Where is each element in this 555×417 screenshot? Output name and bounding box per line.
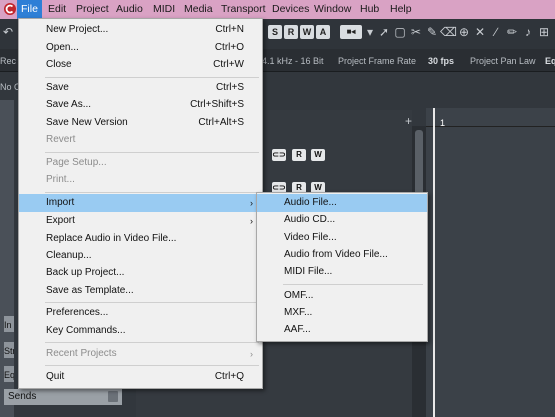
menu-item-audio-cd[interactable]: Audio CD...: [257, 211, 427, 229]
menu-item-back-up-project[interactable]: Back up Project...: [19, 264, 262, 282]
add-track-icon[interactable]: +: [405, 114, 412, 128]
menu-separator: [45, 342, 259, 343]
menu-file[interactable]: File: [17, 0, 42, 19]
menu-transport[interactable]: Transport: [217, 0, 270, 19]
sends-settings-icon[interactable]: [108, 391, 118, 402]
menu-devices[interactable]: Devices: [268, 0, 313, 19]
cubase-logo-icon[interactable]: [3, 2, 17, 16]
monitor-button[interactable]: ⊂⊃: [272, 149, 286, 161]
pointer-icon[interactable]: ➚: [376, 24, 392, 40]
menu-item-page-setup: Page Setup...: [46, 157, 107, 168]
comp-icon[interactable]: ⊞: [536, 24, 552, 40]
submenu-arrow-icon: ›: [250, 198, 253, 208]
sample-rate-value[interactable]: 4.1 kHz - 16 Bit: [262, 56, 324, 66]
menu-separator: [283, 284, 423, 285]
menu-item-recent-projects: Recent Projects ›: [19, 345, 262, 363]
menu-item-save-as-template[interactable]: Save as Template...: [19, 282, 262, 300]
submenu-arrow-icon: ›: [250, 216, 253, 226]
menu-item-midi-file[interactable]: MIDI File...: [257, 263, 427, 281]
sends-section[interactable]: Sends: [4, 389, 122, 405]
menu-item-new-project[interactable]: New Project... Ctrl+N: [19, 21, 262, 39]
range-icon[interactable]: ▢: [392, 24, 408, 40]
menubar: File Edit Project Audio MIDI Media Trans…: [0, 0, 555, 19]
inspector-tab-str[interactable]: Str: [4, 342, 14, 358]
menu-midi[interactable]: MIDI: [149, 0, 179, 19]
menu-separator: [45, 152, 259, 153]
menu-item-audio-from-video[interactable]: Audio from Video File...: [257, 246, 427, 264]
menu-edit[interactable]: Edit: [44, 0, 70, 19]
frame-rate-label: Project Frame Rate: [338, 56, 417, 66]
menu-item-replace-audio[interactable]: Replace Audio in Video File...: [19, 230, 262, 248]
menu-item-export[interactable]: Export ›: [19, 212, 262, 230]
time-warp-icon[interactable]: ♪: [520, 24, 536, 40]
menu-separator: [45, 365, 259, 366]
menu-item-print: Print...: [46, 174, 75, 185]
menu-item-omf[interactable]: OMF...: [257, 287, 427, 305]
menu-item-open[interactable]: Open... Ctrl+O: [19, 39, 262, 57]
event-display[interactable]: [426, 126, 555, 417]
mute-x-icon[interactable]: ✕: [472, 24, 488, 40]
split-icon[interactable]: ✂: [408, 24, 424, 40]
menu-item-quit[interactable]: Quit Ctrl+Q: [19, 368, 262, 386]
erase-icon[interactable]: ⌫: [440, 24, 457, 40]
automation-mode-button[interactable]: A: [316, 25, 330, 39]
read-automation-button[interactable]: R: [284, 25, 298, 39]
menu-separator: [45, 192, 259, 193]
menu-item-save[interactable]: Save Ctrl+S: [19, 79, 262, 97]
menu-media[interactable]: Media: [180, 0, 217, 19]
draw-icon[interactable]: ✏: [504, 24, 520, 40]
submenu-arrow-icon: ›: [250, 349, 253, 359]
bar-number: 1: [440, 118, 446, 128]
menu-audio[interactable]: Audio: [112, 0, 147, 19]
menu-window[interactable]: Window: [310, 0, 355, 19]
glue-icon[interactable]: ✎: [424, 24, 440, 40]
menu-separator: [45, 302, 259, 303]
menu-item-mxf[interactable]: MXF...: [257, 304, 427, 322]
menu-item-save-new-version[interactable]: Save New Version Ctrl+Alt+S: [19, 114, 262, 132]
menu-item-key-commands[interactable]: Key Commands...: [19, 322, 262, 340]
menu-item-close[interactable]: Close Ctrl+W: [19, 56, 262, 74]
menu-item-cleanup[interactable]: Cleanup...: [19, 247, 262, 265]
menu-project[interactable]: Project: [72, 0, 113, 19]
undo-icon[interactable]: ↶: [0, 24, 16, 40]
menu-item-import[interactable]: Import ›: [19, 194, 262, 212]
pan-law-label: Project Pan Law: [470, 56, 536, 66]
write-automation-button[interactable]: W: [300, 25, 314, 39]
scrollbar-thumb[interactable]: [415, 130, 423, 200]
status-rec-fragment: Rec: [0, 56, 17, 66]
inspector-tab-in[interactable]: In: [4, 316, 14, 332]
draw-line-icon[interactable]: ∕: [488, 24, 504, 40]
write-button[interactable]: W: [311, 149, 325, 161]
status-eq-fragment: Eq: [545, 56, 555, 66]
automation-panel-button[interactable]: ■◂: [340, 25, 362, 39]
menu-item-audio-file[interactable]: Audio File...: [257, 194, 427, 212]
menu-hub[interactable]: Hub: [356, 0, 383, 19]
import-submenu: Audio File... Audio CD... Video File... …: [256, 192, 428, 342]
menu-help[interactable]: Help: [386, 0, 416, 19]
menu-item-video-file[interactable]: Video File...: [257, 229, 427, 247]
zoom-icon[interactable]: ⊕: [456, 24, 472, 40]
menu-item-revert: Revert: [46, 134, 76, 145]
solo-mode-button[interactable]: S: [268, 25, 282, 39]
menu-item-preferences[interactable]: Preferences...: [19, 304, 262, 322]
menu-separator: [45, 77, 259, 78]
file-menu: New Project... Ctrl+N Open... Ctrl+O Close…: [18, 18, 263, 389]
read-button[interactable]: R: [292, 149, 306, 161]
frame-rate-value[interactable]: 30 fps: [428, 56, 454, 66]
timeline-ruler[interactable]: [426, 108, 555, 127]
menu-item-aaf[interactable]: AAF...: [257, 321, 427, 339]
menu-item-save-as[interactable]: Save As... Ctrl+Shift+S: [19, 96, 262, 114]
inspector-tab-eq[interactable]: Eq: [4, 366, 14, 382]
project-cursor[interactable]: [433, 108, 435, 417]
